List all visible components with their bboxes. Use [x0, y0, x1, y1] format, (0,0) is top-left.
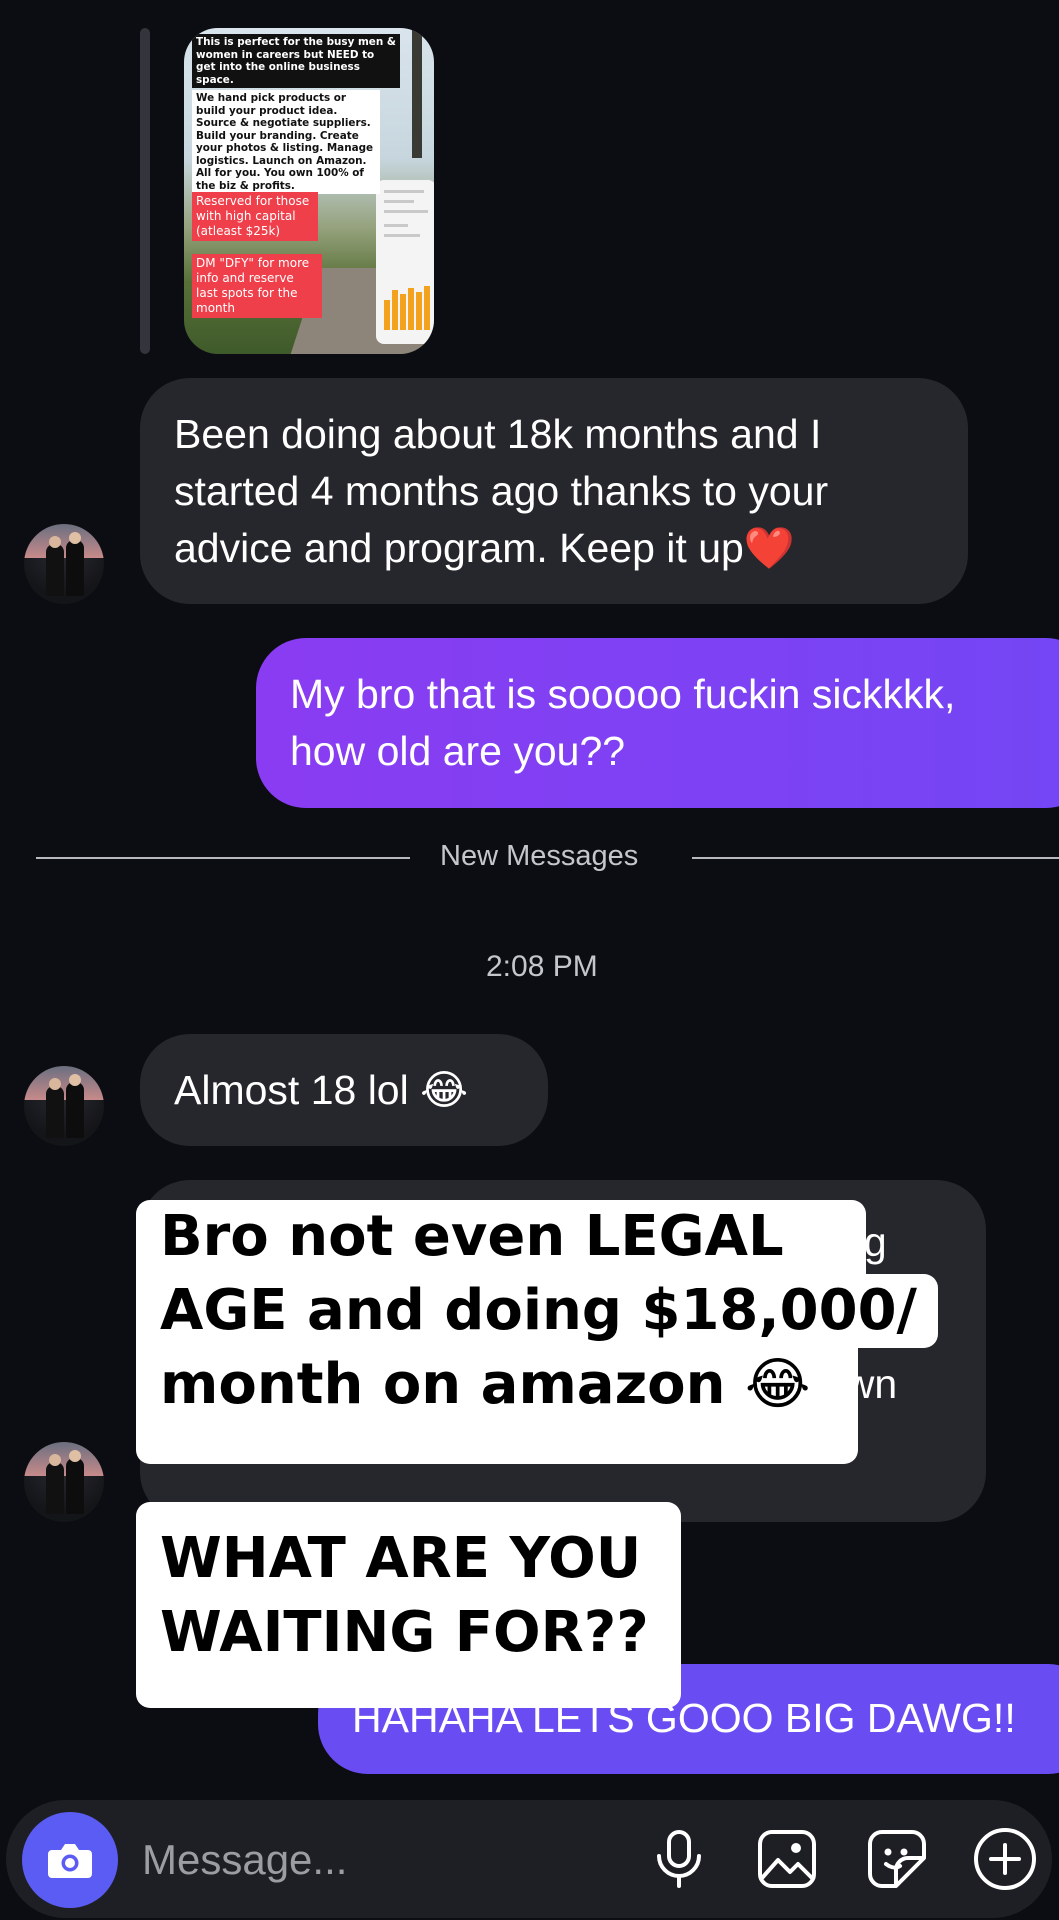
caption-text: WAITING FOR?? [160, 1600, 649, 1665]
new-messages-divider: New Messages [440, 840, 639, 872]
caption-text: Bro not even LEGAL [160, 1204, 784, 1269]
sender-avatar[interactable] [24, 1066, 104, 1146]
message-bubble-incoming[interactable]: Almost 18 lol 😂 [140, 1034, 548, 1146]
message-bubble-outgoing[interactable]: My bro that is sooooo fuckin sickkkk, ho… [256, 638, 1059, 808]
caption-text: AGE and doing $18,000/ [160, 1278, 918, 1343]
caption-overlay-line-3: month on amazon 😂 [136, 1348, 858, 1464]
message-text: Been doing about 18k months and I starte… [174, 411, 829, 571]
caption-overlay-line-2: AGE and doing $18,000/ [136, 1274, 938, 1348]
message-text: My bro that is sooooo fuckin sickkkk, ho… [290, 671, 956, 774]
story-palm-tree [412, 28, 422, 158]
gallery-icon [758, 1830, 816, 1888]
caption-text: WHAT ARE YOU [160, 1526, 642, 1591]
microphone-icon [657, 1830, 701, 1888]
divider-line-right [692, 857, 1059, 859]
message-input[interactable] [140, 1828, 604, 1892]
plus-icon [974, 1828, 1036, 1890]
story-caption-intro: This is perfect for the busy men & women… [192, 34, 400, 88]
caption-overlay-line-1: Bro not even LEGAL [136, 1200, 866, 1274]
divider-line-left [36, 857, 410, 859]
sticker-button[interactable] [862, 1824, 932, 1894]
reply-quote-bar [140, 28, 150, 354]
story-caption-capital: Reserved for those with high capital (at… [192, 192, 318, 241]
story-phone-screenshot [376, 180, 434, 344]
message-text: Almost 18 lol 😂 [174, 1067, 469, 1113]
camera-button[interactable] [22, 1812, 118, 1908]
sender-avatar[interactable] [24, 1442, 104, 1522]
sticker-icon [868, 1830, 926, 1888]
caption-text: month on amazon 😂 [160, 1352, 811, 1417]
plus-button[interactable] [970, 1824, 1040, 1894]
microphone-button[interactable] [644, 1824, 714, 1894]
message-bubble-incoming[interactable]: Been doing about 18k months and I starte… [140, 378, 968, 604]
message-timestamp: 2:08 PM [486, 950, 598, 983]
caption-overlay-question: WHAT ARE YOU WAITING FOR?? [136, 1502, 681, 1708]
message-composer [6, 1800, 1052, 1918]
camera-icon [48, 1844, 92, 1878]
gallery-button[interactable] [752, 1824, 822, 1894]
shared-story-preview[interactable]: This is perfect for the busy men & women… [184, 28, 434, 354]
story-caption-services: We hand pick products or build your prod… [192, 90, 380, 194]
story-caption-cta: DM "DFY" for more info and reserve last … [192, 254, 322, 318]
sender-avatar[interactable] [24, 524, 104, 604]
